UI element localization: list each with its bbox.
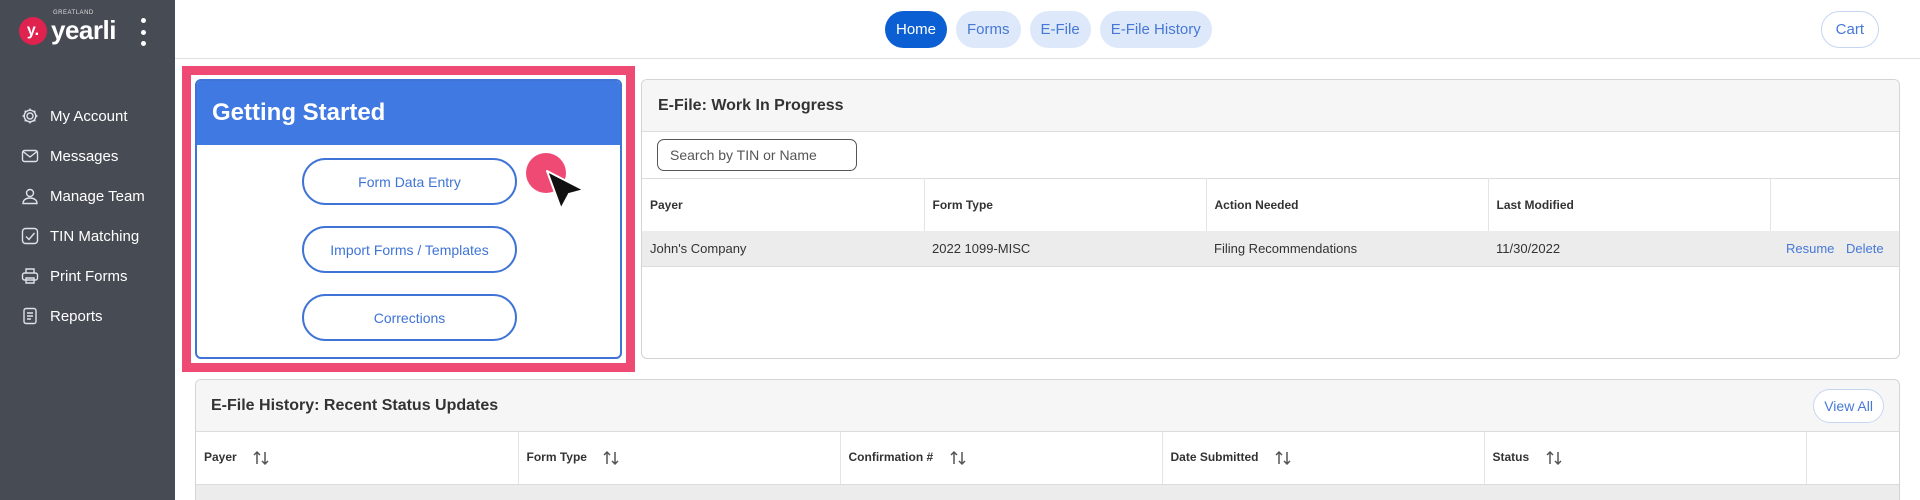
cell-form-type: 2022 1099-MISC bbox=[924, 230, 1206, 267]
sidebar-item-reports[interactable]: Reports bbox=[0, 296, 175, 336]
sidebar-item-label: Print Forms bbox=[50, 267, 128, 285]
table-row: John's Company 2022 1099-MISC Filing Rec… bbox=[642, 230, 1899, 267]
logo-wordmark: yearli bbox=[51, 15, 116, 45]
top-bar: Home Forms E-File E-File History Cart bbox=[175, 0, 1920, 59]
cell-actions: Resume Delete bbox=[1770, 230, 1899, 267]
column-header-date-submitted[interactable]: Date Submitted bbox=[1162, 432, 1485, 485]
cell-payer: John's Company bbox=[642, 230, 924, 267]
gear-icon bbox=[21, 107, 39, 125]
sidebar-item-messages[interactable]: Messages bbox=[0, 136, 175, 176]
sort-icon[interactable] bbox=[1545, 449, 1563, 467]
mouse-pointer-icon bbox=[546, 170, 585, 210]
work-in-progress-panel: E-File: Work In Progress Payer Form Type… bbox=[641, 79, 1900, 359]
sidebar-item-my-account[interactable]: My Account bbox=[0, 96, 175, 136]
sort-icon[interactable] bbox=[602, 449, 620, 467]
sidebar-item-label: Messages bbox=[50, 147, 119, 165]
sidebar-item-label: TIN Matching bbox=[50, 227, 140, 245]
user-icon bbox=[21, 187, 39, 205]
column-label: Form Type bbox=[526, 449, 587, 464]
more-menu-icon[interactable] bbox=[139, 18, 147, 46]
sort-icon[interactable] bbox=[1274, 449, 1292, 467]
cell-last-modified: 11/30/2022 bbox=[1488, 230, 1770, 267]
getting-started-card: Getting Started Form Data Entry Import F… bbox=[195, 79, 622, 359]
column-label: Confirmation # bbox=[848, 449, 934, 464]
getting-started-title: Getting Started bbox=[197, 81, 620, 145]
work-in-progress-table: Payer Form Type Action Needed Last Modif… bbox=[642, 178, 1899, 267]
main-tabs: Home Forms E-File E-File History bbox=[885, 11, 1212, 48]
tab-efile[interactable]: E-File bbox=[1029, 11, 1091, 48]
sort-icon[interactable] bbox=[949, 449, 967, 467]
delete-link[interactable]: Delete bbox=[1846, 241, 1884, 256]
document-icon bbox=[21, 307, 39, 325]
yearli-logo[interactable]: y. GREATLAND yearli bbox=[19, 10, 116, 46]
column-header-payer[interactable]: Payer bbox=[196, 432, 519, 485]
sidebar-item-label: Manage Team bbox=[50, 187, 145, 205]
sidebar-item-label: Reports bbox=[50, 307, 103, 325]
column-header-last-modified: Last Modified bbox=[1488, 178, 1771, 231]
work-in-progress-title: E-File: Work In Progress bbox=[642, 80, 1899, 132]
resume-link[interactable]: Resume bbox=[1786, 241, 1834, 256]
sidebar-item-manage-team[interactable]: Manage Team bbox=[0, 176, 175, 216]
column-header-status[interactable]: Status bbox=[1484, 432, 1807, 485]
column-header-actions bbox=[1806, 432, 1899, 485]
view-all-button[interactable]: View All bbox=[1813, 389, 1884, 423]
column-header-action-needed: Action Needed bbox=[1206, 178, 1489, 231]
sidebar-item-tin-matching[interactable]: TIN Matching bbox=[0, 216, 175, 256]
logo-subtitle: GREATLAND bbox=[53, 10, 94, 16]
check-square-icon bbox=[21, 227, 39, 245]
efile-history-title: E-File History: Recent Status Updates bbox=[211, 396, 499, 414]
cart-button[interactable]: Cart bbox=[1820, 11, 1879, 48]
efile-history-header: E-File History: Recent Status Updates Vi… bbox=[196, 380, 1899, 432]
column-header-payer: Payer bbox=[642, 178, 925, 231]
column-label: Date Submitted bbox=[1170, 449, 1259, 464]
envelope-icon bbox=[21, 147, 39, 165]
efile-history-table: Payer Form Type Confirmation # Date Subm… bbox=[196, 432, 1899, 500]
logo-mark: y. bbox=[19, 16, 47, 45]
column-label: Payer bbox=[204, 449, 237, 464]
search-input[interactable] bbox=[657, 139, 857, 171]
sidebar-item-label: My Account bbox=[50, 107, 128, 125]
column-header-form-type: Form Type bbox=[924, 178, 1207, 231]
form-data-entry-button[interactable]: Form Data Entry bbox=[302, 158, 517, 205]
column-label: Status bbox=[1492, 449, 1530, 464]
sidebar-item-print-forms[interactable]: Print Forms bbox=[0, 256, 175, 296]
corrections-button[interactable]: Corrections bbox=[302, 294, 517, 341]
tab-forms[interactable]: Forms bbox=[956, 11, 1021, 48]
sidebar-nav: My Account Messages Manage Team TIN Matc… bbox=[0, 96, 175, 336]
table-row bbox=[196, 484, 1899, 500]
efile-history-panel: E-File History: Recent Status Updates Vi… bbox=[195, 379, 1900, 500]
column-header-confirmation[interactable]: Confirmation # bbox=[840, 432, 1163, 485]
tab-efile-history[interactable]: E-File History bbox=[1099, 11, 1212, 48]
sidebar: y. GREATLAND yearli My Account Messages … bbox=[0, 0, 175, 500]
column-header-form-type[interactable]: Form Type bbox=[518, 432, 841, 485]
column-header-actions bbox=[1770, 178, 1899, 231]
import-forms-button[interactable]: Import Forms / Templates bbox=[302, 226, 517, 273]
sort-icon[interactable] bbox=[252, 449, 270, 467]
printer-icon bbox=[21, 267, 39, 285]
tab-home[interactable]: Home bbox=[885, 11, 948, 48]
cell-action-needed: Filing Recommendations bbox=[1206, 230, 1488, 267]
